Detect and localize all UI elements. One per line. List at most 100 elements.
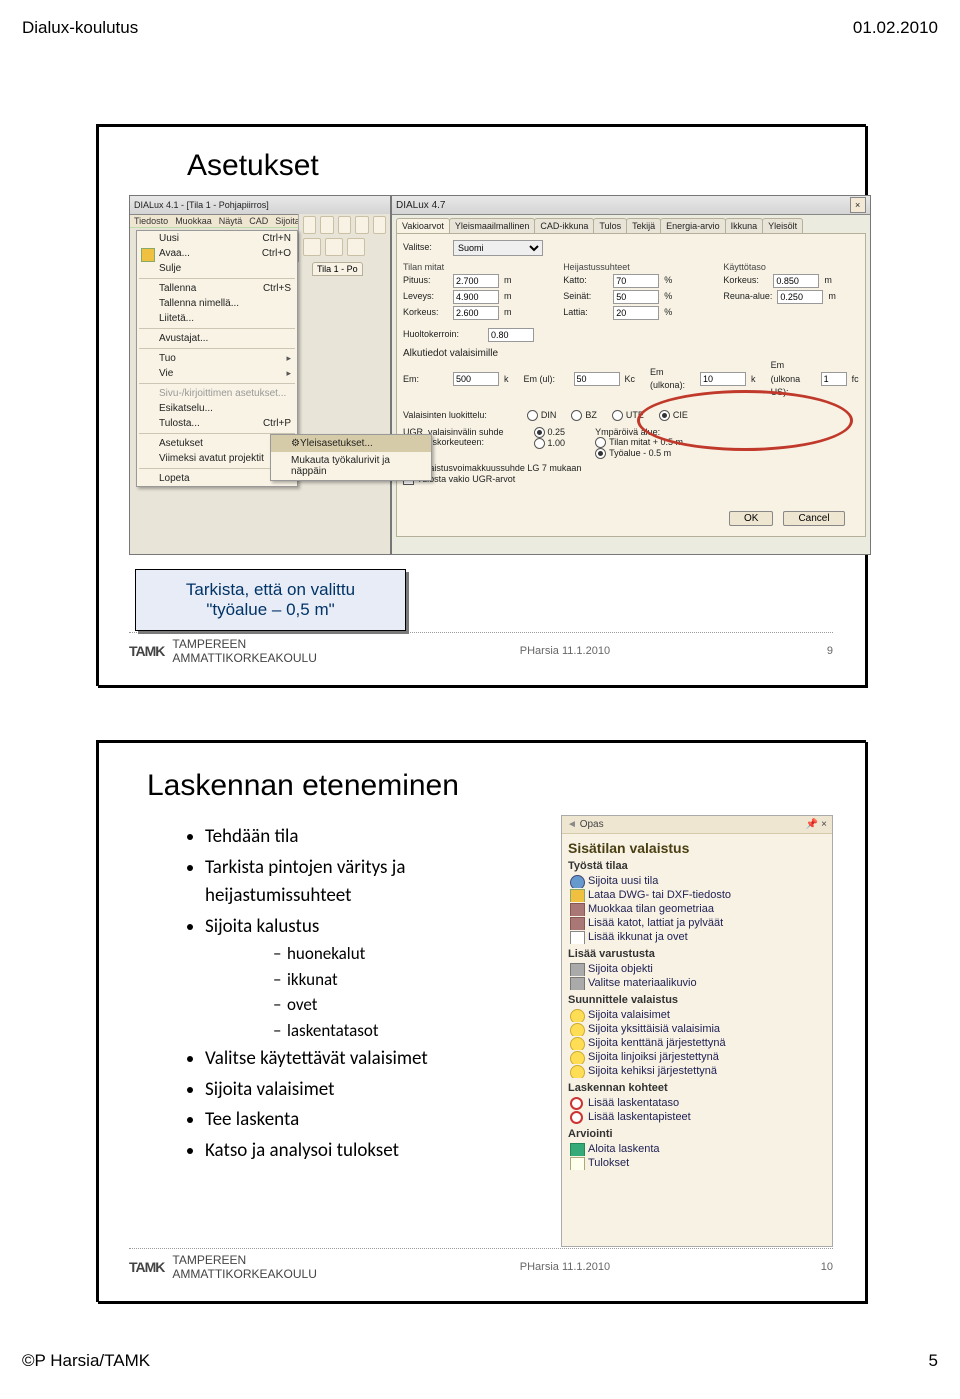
tab-energia[interactable]: Energia-arvio	[660, 218, 726, 233]
guide-link-yksittaisia[interactable]: Sijoita yksittäisiä valaisimia	[568, 1022, 826, 1036]
menu-item-vie[interactable]: Vie▸	[137, 366, 297, 381]
tamk-logo: TAMK	[129, 643, 164, 659]
menu-item-uusi[interactable]: UusiCtrl+N	[137, 231, 297, 246]
guide-link-sijoita-valaisimet[interactable]: Sijoita valaisimet	[568, 1008, 826, 1022]
panel-pin-close[interactable]: 📌 ×	[806, 819, 827, 830]
language-select[interactable]: Suomi	[453, 240, 543, 256]
app-main-window: DIALux 4.1 - [Tila 1 - Pohjapiirros] Tie…	[129, 195, 391, 555]
emulus-input[interactable]	[821, 372, 847, 386]
menu-item-avustajat[interactable]: Avustajat...	[137, 331, 297, 346]
toolbar-button[interactable]	[338, 216, 351, 234]
radio-tyoalue[interactable]: Työalue - 0.5 m	[595, 448, 683, 459]
menu-item-tuo[interactable]: Tuo▸	[137, 351, 297, 366]
guide-link-laskentapisteet[interactable]: Lisää laskentapisteet	[568, 1110, 826, 1124]
checkbox-ugrvakio[interactable]: Tulosta vakio UGR-arvot	[403, 474, 859, 485]
korkeus-input[interactable]	[453, 306, 499, 320]
menu-item-avaa[interactable]: Avaa...Ctrl+O	[137, 246, 297, 261]
radio-100[interactable]: 1.00	[534, 438, 566, 449]
tamk-logo: TAMK	[129, 1259, 164, 1275]
pituus-label: Pituus:	[403, 274, 448, 288]
seinat-input[interactable]	[613, 290, 659, 304]
toolbar-button[interactable]	[303, 238, 321, 256]
guide-link-kenttana[interactable]: Sijoita kenttänä järjestettynä	[568, 1036, 826, 1050]
checkbox-lg7[interactable]: Valaistusvoimakkuussuhde LG 7 mukaan	[403, 463, 859, 474]
bullet-2: Tarkista pintojen väritys ja heijastumis…	[205, 854, 551, 911]
guide-link-laskentataso[interactable]: Lisää laskentataso	[568, 1096, 826, 1110]
tab-yleismaailmallinen[interactable]: Yleismaailmallinen	[449, 218, 536, 233]
guide-link-muokkaa-geom[interactable]: Muokkaa tilan geometriaa	[568, 902, 826, 916]
lattia-input[interactable]	[613, 306, 659, 320]
guide-link-linjoiksi[interactable]: Sijoita linjoiksi järjestettynä	[568, 1050, 826, 1064]
huolto-input[interactable]	[488, 328, 534, 342]
menu-item-tallennanimella[interactable]: Tallenna nimellä...	[137, 296, 297, 311]
tab-tekija[interactable]: Tekijä	[626, 218, 661, 233]
tab-ikkuna[interactable]: Ikkuna	[725, 218, 764, 233]
guide-link-kehiksi[interactable]: Sijoita kehiksi järjestettynä	[568, 1064, 826, 1078]
bullet-1: Tehdään tila	[205, 823, 551, 852]
seinat-label: Seinät:	[563, 290, 608, 304]
group-tilanmitat-title: Tilan mitat	[403, 262, 538, 272]
toolbar-button[interactable]	[347, 238, 365, 256]
radio-utr[interactable]: UTE	[612, 410, 644, 421]
menu-item-sulje[interactable]: Sulje	[137, 261, 297, 276]
pituus-input[interactable]	[453, 274, 499, 288]
ok-button[interactable]: OK	[729, 511, 773, 526]
leveys-input[interactable]	[453, 290, 499, 304]
guide-link-ikkunat-ovet[interactable]: Lisää ikkunat ja ovet	[568, 930, 826, 944]
tab-cadikkuna[interactable]: CAD-ikkuna	[534, 218, 594, 233]
radio-bz[interactable]: BZ	[571, 410, 597, 421]
em-input[interactable]	[453, 372, 499, 386]
submenu-yleisasetukset[interactable]: ⚙Yleisasetukset...	[271, 435, 431, 452]
emulkona-input[interactable]	[700, 372, 746, 386]
footer-center: PHarsia 11.1.2010	[317, 1261, 813, 1273]
settings-dialog: DIALux 4.7 × Vakioarvot Yleismaailmallin…	[391, 195, 871, 555]
guide-cat-2: Lisää varustusta	[568, 948, 826, 960]
guide-link-materiaali[interactable]: Valitse materiaalikuvio	[568, 976, 826, 990]
bulb-icon	[570, 1023, 585, 1036]
radio-cie[interactable]: CIE	[659, 410, 688, 421]
menu-item-liiteta[interactable]: Liitetä...	[137, 311, 297, 326]
guide-link-katot[interactable]: Lisää katot, lattiat ja pylväät	[568, 916, 826, 930]
guide-link-sijoita-objekti[interactable]: Sijoita objekti	[568, 962, 826, 976]
guide-link-lataa-dwg[interactable]: Lataa DWG- tai DXF-tiedosto	[568, 888, 826, 902]
katto-input[interactable]	[613, 274, 659, 288]
document-tab[interactable]: Tila 1 - Po	[312, 262, 363, 276]
toolbar-button[interactable]	[373, 216, 386, 234]
lattia-label: Lattia:	[563, 306, 608, 320]
menu-item-tulosta[interactable]: Tulosta...Ctrl+P	[137, 416, 297, 431]
radio-tilanmitat[interactable]: Tilan mitat + 0.5 m	[595, 437, 683, 448]
menu-muokkaa[interactable]: Muokkaa	[175, 216, 212, 226]
radio-din[interactable]: DIN	[527, 410, 557, 421]
slide-1-footer: TAMK TAMPEREEN AMMATTIKORKEAKOULU PHarsi…	[129, 632, 833, 665]
guide-link-aloita-laskenta[interactable]: Aloita laskenta	[568, 1142, 826, 1156]
settings-submenu[interactable]: ⚙Yleisasetukset... Mukauta työkalurivit …	[270, 434, 432, 481]
menu-item-esikatselu[interactable]: Esikatselu...	[137, 401, 297, 416]
folder-icon	[570, 889, 585, 902]
toolbar-button[interactable]	[320, 216, 333, 234]
menu-sijoita[interactable]: Sijoita	[275, 216, 300, 226]
app-screenshot: DIALux 4.1 - [Tila 1 - Pohjapiirros] Tie…	[129, 195, 833, 555]
close-icon[interactable]: ×	[850, 197, 866, 213]
submenu-mukauta[interactable]: Mukauta työkalurivit ja näppäin	[271, 452, 431, 480]
slide-1-title: Asetukset	[107, 135, 855, 185]
cancel-button[interactable]: Cancel	[783, 511, 844, 526]
reuna-input[interactable]	[777, 290, 823, 304]
huolto-label: Huoltokerroin:	[403, 328, 483, 342]
menu-tiedosto[interactable]: Tiedosto	[134, 216, 168, 226]
tab-tulos[interactable]: Tulos	[593, 218, 627, 233]
toolbar-button[interactable]	[325, 238, 343, 256]
kayttokorkeus-input[interactable]	[773, 274, 819, 288]
dialog-tabs[interactable]: Vakioarvot Yleismaailmallinen CAD-ikkuna…	[392, 215, 870, 233]
menu-item-tallenna[interactable]: TallennaCtrl+S	[137, 281, 297, 296]
toolbar-button[interactable]	[303, 216, 316, 234]
menu-nayta[interactable]: Näytä	[219, 216, 243, 226]
guide-link-tulokset[interactable]: Tulokset	[568, 1156, 826, 1170]
tab-yleisolt[interactable]: Yleisölt	[762, 218, 803, 233]
menu-cad[interactable]: CAD	[249, 216, 268, 226]
toolbar-button[interactable]	[355, 216, 368, 234]
radio-025[interactable]: 0.25	[534, 427, 566, 438]
emul-label: Em (ul):	[524, 373, 569, 387]
tab-vakioarvot[interactable]: Vakioarvot	[396, 218, 450, 233]
emul-input[interactable]	[574, 372, 620, 386]
guide-link-sijoita-tila[interactable]: Sijoita uusi tila	[568, 874, 826, 888]
